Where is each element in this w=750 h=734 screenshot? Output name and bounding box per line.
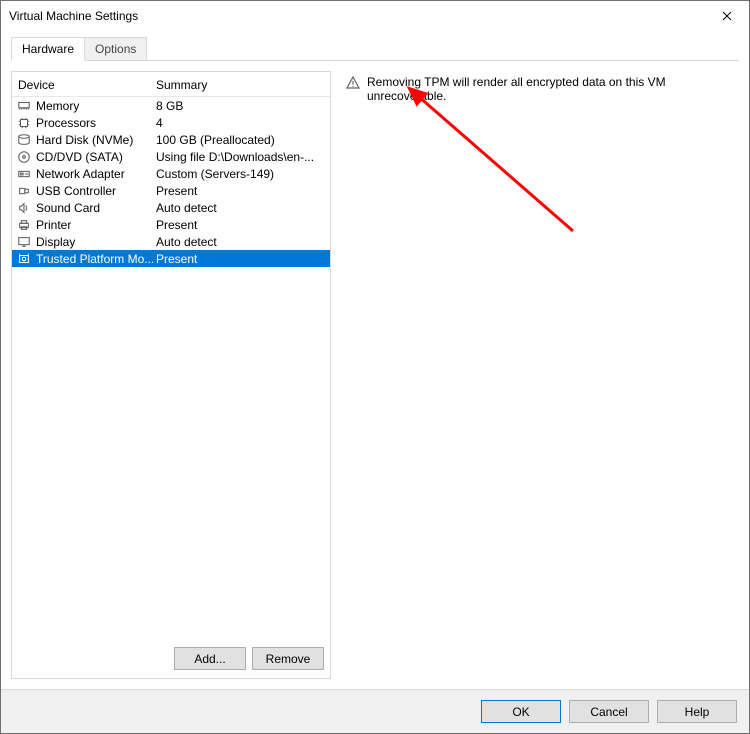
tab-hardware[interactable]: Hardware: [11, 37, 85, 61]
device-row[interactable]: Printer Present: [12, 216, 330, 233]
device-row[interactable]: USB Controller Present: [12, 182, 330, 199]
device-cell: USB Controller: [16, 183, 156, 199]
remove-button[interactable]: Remove: [252, 647, 324, 670]
close-icon: [722, 11, 732, 21]
detail-panel: Removing TPM will render all encrypted d…: [343, 71, 739, 679]
content-area: Device Summary Memory8 GBProcessors4Hard…: [1, 61, 749, 689]
device-cell: Hard Disk (NVMe): [16, 132, 156, 148]
column-header-summary[interactable]: Summary: [156, 78, 326, 92]
tpm-icon: [16, 251, 32, 267]
device-cell: Processors: [16, 115, 156, 131]
network-icon: [16, 166, 32, 182]
device-summary: Present: [156, 184, 326, 198]
device-summary: 8 GB: [156, 99, 326, 113]
sound-icon: [16, 200, 32, 216]
device-cell: Sound Card: [16, 200, 156, 216]
device-summary: Auto detect: [156, 201, 326, 215]
device-summary: Custom (Servers-149): [156, 167, 326, 181]
device-cell: CD/DVD (SATA): [16, 149, 156, 165]
device-row[interactable]: Memory 8 GB: [12, 97, 330, 114]
device-summary: Present: [156, 252, 326, 266]
device-row[interactable]: Network Adapter Custom (Servers-149): [12, 165, 330, 182]
device-row[interactable]: CD/DVD (SATA) Using file D:\Downloads\en-…: [12, 148, 330, 165]
display-icon: [16, 234, 32, 250]
device-name: Memory: [36, 99, 79, 113]
cancel-button[interactable]: Cancel: [569, 700, 649, 723]
device-name: Display: [36, 235, 75, 249]
device-cell: Trusted Platform Mo...: [16, 251, 156, 267]
device-row[interactable]: Processors 4: [12, 114, 330, 131]
device-list[interactable]: Memory 8 GB Processors 4 Hard Disk (NVMe) 100…: [12, 97, 330, 639]
device-name: Processors: [36, 116, 96, 130]
device-name: Trusted Platform Mo...: [36, 252, 154, 266]
device-name: CD/DVD (SATA): [36, 150, 123, 164]
help-button[interactable]: Help: [657, 700, 737, 723]
device-name: Sound Card: [36, 201, 100, 215]
device-name: Printer: [36, 218, 71, 232]
device-summary: 4: [156, 116, 326, 130]
device-list-buttons: Add... Remove: [12, 639, 330, 678]
device-summary: Present: [156, 218, 326, 232]
device-row[interactable]: Trusted Platform Mo...Present: [12, 250, 330, 267]
warning-icon: [345, 75, 361, 91]
device-row[interactable]: Display Auto detect: [12, 233, 330, 250]
cd-icon: [16, 149, 32, 165]
settings-window: Virtual Machine Settings Hardware Option…: [0, 0, 750, 734]
footer-buttons: OK Cancel Help: [1, 689, 749, 733]
device-cell: Printer: [16, 217, 156, 233]
device-name: Hard Disk (NVMe): [36, 133, 133, 147]
device-list-panel: Device Summary Memory8 GBProcessors4Hard…: [11, 71, 331, 679]
memory-icon: [16, 98, 32, 114]
printer-icon: [16, 217, 32, 233]
cpu-icon: [16, 115, 32, 131]
column-header-device[interactable]: Device: [16, 78, 156, 92]
device-summary: Using file D:\Downloads\en-...: [156, 150, 326, 164]
device-summary: 100 GB (Preallocated): [156, 133, 326, 147]
device-list-header: Device Summary: [12, 72, 330, 97]
device-cell: Display: [16, 234, 156, 250]
warning-message: Removing TPM will render all encrypted d…: [345, 75, 737, 103]
window-title: Virtual Machine Settings: [9, 9, 704, 23]
warning-text: Removing TPM will render all encrypted d…: [367, 75, 737, 103]
device-cell: Network Adapter: [16, 166, 156, 182]
device-summary: Auto detect: [156, 235, 326, 249]
disk-icon: [16, 132, 32, 148]
ok-button[interactable]: OK: [481, 700, 561, 723]
device-row[interactable]: Sound Card Auto detect: [12, 199, 330, 216]
tabs-area: Hardware Options: [1, 31, 749, 61]
titlebar: Virtual Machine Settings: [1, 1, 749, 31]
tabs: Hardware Options: [11, 37, 739, 61]
device-cell: Memory: [16, 98, 156, 114]
tab-options[interactable]: Options: [84, 37, 147, 60]
add-button[interactable]: Add...: [174, 647, 246, 670]
close-button[interactable]: [704, 1, 749, 31]
device-name: USB Controller: [36, 184, 116, 198]
annotation-arrow: [393, 81, 593, 251]
device-name: Network Adapter: [36, 167, 125, 181]
usb-icon: [16, 183, 32, 199]
device-row[interactable]: Hard Disk (NVMe) 100 GB (Preallocated): [12, 131, 330, 148]
